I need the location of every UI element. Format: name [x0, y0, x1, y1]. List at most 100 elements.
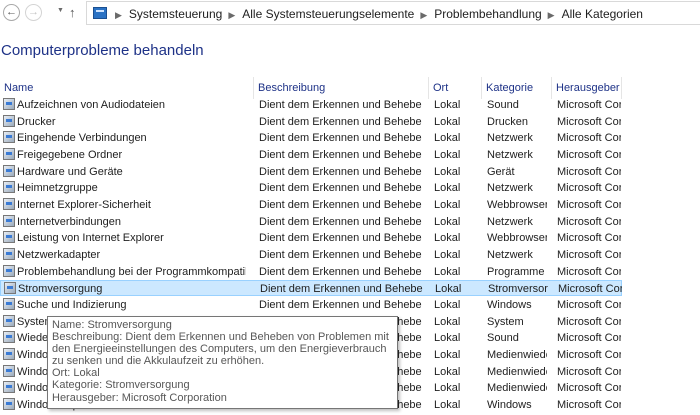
column-header-herausgeber[interactable]: Herausgeber	[552, 77, 622, 99]
cell-ort: Lokal	[434, 99, 461, 111]
cell-kategorie: Webbrowser	[487, 199, 547, 212]
cell-name: Freigegebene Ordner	[3, 147, 246, 163]
table-row[interactable]: Problembehandlung bei der Programmkompat…	[0, 264, 622, 280]
chevron-right-icon[interactable]: ▶	[548, 10, 555, 20]
table-row[interactable]: Drucker Dient dem Erkennen und Beheben vo…	[0, 114, 622, 130]
cell-name: Problembehandlung bei der Programmkompat…	[3, 264, 246, 280]
cell-beschreibung: Dient dem Erkennen und Beheben von Probl…	[259, 132, 422, 145]
cell-herausgeber: Microsoft Corporation	[557, 215, 621, 228]
table-row[interactable]: Netzwerkadapter Dient dem Erkennen und Be…	[0, 247, 622, 263]
cell-herausgeber: Microsoft Corporation	[557, 99, 621, 111]
cell-beschreibung: Dient dem Erkennen und Beheben von Probl…	[259, 149, 422, 161]
cell-herausgeber: Microsoft Corporation	[557, 365, 621, 378]
troubleshooter-icon	[3, 98, 15, 110]
cell-herausgeber: Microsoft Corporation	[557, 199, 621, 212]
troubleshooter-icon	[3, 214, 15, 227]
cell-herausgeber: Microsoft Corporation	[557, 249, 621, 262]
cell-herausgeber: Microsoft Corporation	[557, 182, 621, 195]
cell-kategorie: Sound	[487, 99, 519, 111]
cell-herausgeber: Microsoft Corporation	[557, 232, 621, 245]
column-header-ort[interactable]: Ort	[429, 77, 482, 99]
recent-locations-chevron-icon[interactable]: ▼	[57, 7, 64, 14]
cell-kategorie: Gerät	[487, 165, 515, 178]
column-header-kategorie[interactable]: Kategorie	[482, 77, 552, 99]
troubleshooter-icon	[3, 398, 15, 411]
cell-kategorie: Netzwerk	[487, 132, 533, 145]
chevron-right-icon[interactable]: ▶	[228, 10, 235, 20]
breadcrumb[interactable]: ▶ Systemsteuerung ▶ Alle Systemsteuerungsel…	[86, 1, 700, 25]
cell-kategorie: Netzwerk	[487, 215, 533, 228]
row-name-label: Freigegebene Ordner	[17, 149, 123, 161]
control-panel-icon	[93, 7, 107, 19]
cell-ort: Lokal	[434, 232, 461, 245]
breadcrumb-item[interactable]: Alle Kategorien	[562, 7, 643, 21]
table-row[interactable]: Stromversorgung Dient dem Erkennen und Be…	[0, 280, 622, 297]
cell-herausgeber: Microsoft Corporation	[557, 299, 621, 312]
cell-ort: Lokal	[434, 315, 461, 328]
cell-herausgeber: Microsoft Corporation	[557, 265, 621, 278]
back-arrow-icon[interactable]: ←	[3, 4, 20, 21]
breadcrumb-item[interactable]: Systemsteuerung	[129, 7, 222, 21]
table-row[interactable]: Hardware und Geräte Dient dem Erkennen un…	[0, 164, 622, 180]
column-header-beschreibung[interactable]: Beschreibung	[254, 77, 429, 99]
table-row[interactable]: Heimnetzgruppe Dient dem Erkennen und Beh…	[0, 180, 622, 196]
troubleshooter-icon	[3, 248, 15, 261]
cell-ort: Lokal	[434, 132, 461, 145]
column-header-row: Name Beschreibung Ort Kategorie Herausge…	[0, 77, 700, 99]
tooltip-beschreibung: Beschreibung: Dient dem Erkennen und Beh…	[52, 331, 389, 368]
troubleshooter-icon	[3, 231, 15, 244]
table-row[interactable]: Internetverbindungen Dient dem Erkennen u…	[0, 214, 622, 230]
row-name-label: Internet Explorer-Sicherheit	[17, 199, 151, 212]
troubleshooter-icon	[4, 282, 16, 295]
row-name-label: Stromversorgung	[18, 283, 103, 296]
cell-kategorie: Netzwerk	[487, 149, 533, 161]
row-name-label: Aufzeichnen von Audiodateien	[17, 99, 166, 111]
cell-beschreibung: Dient dem Erkennen und Beheben von Probl…	[259, 299, 422, 312]
cell-herausgeber: Microsoft Corporation	[557, 115, 621, 128]
table-row[interactable]: Eingehende Verbindungen Dient dem Erkenne…	[0, 130, 622, 146]
cell-name: Aufzeichnen von Audiodateien	[3, 97, 246, 113]
forward-arrow-icon[interactable]: →	[25, 4, 42, 21]
cell-name: Drucker	[3, 114, 246, 130]
troubleshooter-icon	[3, 331, 15, 344]
cell-ort: Lokal	[435, 283, 462, 296]
table-row[interactable]: Leistung von Internet Explorer Dient dem …	[0, 230, 622, 246]
troubleshooter-icon	[3, 381, 15, 394]
breadcrumb-item[interactable]: Alle Systemsteuerungselemente	[242, 7, 414, 21]
cell-name: Leistung von Internet Explorer	[3, 230, 246, 246]
column-header-name[interactable]: Name	[0, 77, 254, 99]
troubleshooter-icon	[3, 148, 15, 160]
table-row[interactable]: Aufzeichnen von Audiodateien Dient dem Er…	[0, 97, 622, 113]
cell-ort: Lokal	[434, 349, 461, 362]
troubleshooter-icon	[3, 264, 15, 277]
cell-kategorie: System	[487, 315, 524, 328]
table-row[interactable]: Internet Explorer-Sicherheit Dient dem Er…	[0, 197, 622, 213]
cell-name: Eingehende Verbindungen	[3, 130, 246, 146]
chevron-right-icon[interactable]: ▶	[115, 10, 122, 20]
cell-herausgeber: Microsoft Corporation	[557, 382, 621, 395]
cell-herausgeber: Microsoft Corporation	[557, 349, 621, 362]
row-name-label: Hardware und Geräte	[17, 165, 123, 178]
row-name-label: Netzwerkadapter	[17, 249, 101, 262]
row-name-label: Problembehandlung bei der Programmkompat…	[17, 265, 246, 278]
up-arrow-icon[interactable]: ↑	[69, 5, 76, 20]
chevron-right-icon[interactable]: ▶	[420, 10, 427, 20]
cell-ort: Lokal	[434, 365, 461, 378]
cell-ort: Lokal	[434, 182, 461, 195]
address-bar: ← → ▼ ↑ ▶ Systemsteuerung ▶ Alle Systemsteu…	[0, 0, 700, 27]
cell-herausgeber: Microsoft Corporation	[557, 149, 621, 161]
table-row[interactable]: Suche und Indizierung Dient dem Erkennen …	[0, 297, 622, 313]
cell-ort: Lokal	[434, 215, 461, 228]
row-name-label: Drucker	[17, 115, 56, 128]
cell-herausgeber: Microsoft Corporation	[557, 315, 621, 328]
cell-beschreibung: Dient dem Erkennen und Beheben von Probl…	[259, 182, 422, 195]
row-name-label: Eingehende Verbindungen	[17, 132, 147, 145]
cell-ort: Lokal	[434, 249, 461, 262]
table-row[interactable]: Freigegebene Ordner Dient dem Erkennen un…	[0, 147, 622, 163]
breadcrumb-item[interactable]: Problembehandlung	[434, 7, 541, 21]
cell-kategorie: Stromversorgung	[488, 283, 548, 296]
cell-kategorie: Medienwiedergabe	[487, 382, 547, 395]
troubleshooter-icon	[3, 348, 15, 361]
cell-herausgeber: Microsoft Corporation	[557, 132, 621, 145]
cell-ort: Lokal	[434, 199, 461, 212]
